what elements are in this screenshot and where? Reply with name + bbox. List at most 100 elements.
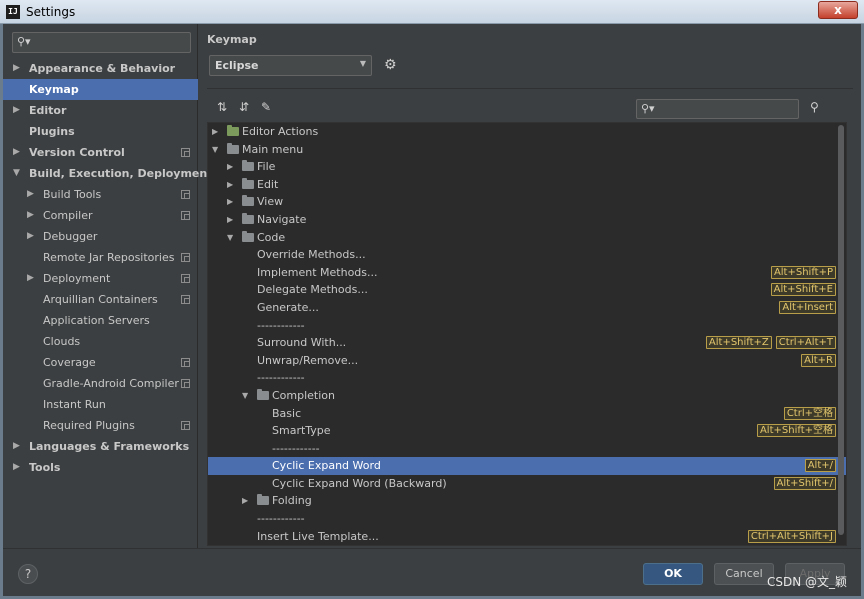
chevron-right-icon[interactable]: ▶ <box>13 100 20 121</box>
sidebar-item-keymap[interactable]: Keymap <box>3 79 198 100</box>
help-button[interactable]: ? <box>18 564 38 584</box>
tree-separator[interactable]: ------------ <box>208 510 846 528</box>
sidebar-item-version-control[interactable]: ▶ Version Control <box>3 142 198 163</box>
tree-row[interactable]: ▶ Folding <box>208 492 846 510</box>
tree-row[interactable]: Cyclic Expand Word (Backward) Alt+Shift+/ <box>208 475 846 493</box>
collapse-all-icon[interactable]: ⇵ <box>237 100 251 114</box>
sidebar-item-label: Arquillian Containers <box>43 293 158 306</box>
sidebar-item-appearance-behavior[interactable]: ▶ Appearance & Behavior <box>3 58 198 79</box>
chevron-right-icon[interactable]: ▶ <box>13 457 20 478</box>
keymap-scheme-select[interactable]: Eclipse ▼ <box>209 55 372 76</box>
sidebar-item-compiler[interactable]: ▶ Compiler <box>3 205 198 226</box>
chevron-right-icon[interactable]: ▶ <box>227 211 233 229</box>
page-title: Keymap <box>207 33 257 46</box>
shortcut-list: Alt+Shift+P <box>770 265 836 280</box>
tree-separator[interactable]: ------------ <box>208 369 846 387</box>
vertical-scrollbar[interactable] <box>838 125 844 535</box>
ok-button[interactable]: OK <box>643 563 703 585</box>
sidebar-item-label: Editor <box>29 104 67 117</box>
keymap-filter-input[interactable]: ⚲▾ <box>636 99 799 119</box>
sidebar-item-debugger[interactable]: ▶ Debugger <box>3 226 198 247</box>
sidebar-item-plugins[interactable]: Plugins <box>3 121 198 142</box>
edit-icon[interactable]: ✎ <box>259 100 273 114</box>
tree-row[interactable]: Generate... Alt+Insert <box>208 299 846 317</box>
tree-row[interactable]: Unwrap/Remove... Alt+R <box>208 352 846 370</box>
chevron-right-icon[interactable]: ▶ <box>227 158 233 176</box>
chevron-down-icon[interactable]: ▼ <box>242 387 248 405</box>
tree-row[interactable]: Cyclic Expand Word Alt+/ <box>208 457 846 475</box>
tree-row[interactable]: ▼ Completion <box>208 387 846 405</box>
tree-row[interactable]: ▶ File <box>208 158 846 176</box>
sidebar-item-languages-frameworks[interactable]: ▶ Languages & Frameworks <box>3 436 198 457</box>
keymap-panel: Keymap Eclipse ▼ ⚙ ⇅ ⇵ ✎ ⚲▾ ⚲ ▶ Editor Ac… <box>199 24 861 548</box>
sidebar-item-application-servers[interactable]: Application Servers <box>3 310 198 331</box>
sidebar-item-editor[interactable]: ▶ Editor <box>3 100 198 121</box>
tree-row[interactable]: SmartType Alt+Shift+空格 <box>208 422 846 440</box>
sidebar-item-tools[interactable]: ▶ Tools <box>3 457 198 478</box>
tree-row[interactable]: Surround With... Alt+Shift+Z Ctrl+Alt+T <box>208 334 846 352</box>
chevron-right-icon[interactable]: ▶ <box>27 268 34 289</box>
tree-separator[interactable]: ------------ <box>208 440 846 458</box>
sidebar-item-arquillian-containers[interactable]: Arquillian Containers <box>3 289 198 310</box>
tree-row[interactable]: Insert Live Template... Ctrl+Alt+Shift+J <box>208 528 846 545</box>
chevron-right-icon[interactable]: ▶ <box>27 226 34 247</box>
shortcut-badge: Ctrl+空格 <box>783 406 836 420</box>
sidebar-item-clouds[interactable]: Clouds <box>3 331 198 352</box>
chevron-right-icon[interactable]: ▶ <box>242 492 248 510</box>
action-label: Cyclic Expand Word <box>272 459 381 473</box>
tree-row[interactable]: ▶ Editor Actions <box>208 123 846 141</box>
window-close-button[interactable]: x <box>818 1 858 19</box>
sidebar-item-deployment[interactable]: ▶ Deployment <box>3 268 198 289</box>
project-level-icon <box>181 421 190 430</box>
chevron-down-icon[interactable]: ▼ <box>227 229 233 247</box>
sidebar-item-instant-run[interactable]: Instant Run <box>3 394 198 415</box>
chevron-right-icon[interactable]: ▶ <box>27 205 34 226</box>
project-level-icon <box>181 274 190 283</box>
shortcut-badge: Alt+Shift+E <box>770 283 836 297</box>
tree-row[interactable]: Delegate Methods... Alt+Shift+E <box>208 281 846 299</box>
divider <box>207 88 853 89</box>
tree-row[interactable]: Override Methods... <box>208 246 846 264</box>
settings-search-input[interactable]: ⚲▾ <box>12 32 191 53</box>
tree-row[interactable]: ▶ Navigate <box>208 211 846 229</box>
shortcut-badge: Alt+Shift+空格 <box>756 424 836 438</box>
tree-row[interactable]: ▶ Edit <box>208 176 846 194</box>
chevron-right-icon[interactable]: ▶ <box>13 142 20 163</box>
settings-nav-tree: ▶ Appearance & Behavior Keymap ▶ Editor Plugi… <box>3 58 212 478</box>
search-icon: ⚲▾ <box>641 102 655 115</box>
sidebar-item-remote-jar-repositories[interactable]: Remote Jar Repositories <box>3 247 198 268</box>
tree-separator[interactable]: ------------ <box>208 317 846 335</box>
chevron-right-icon[interactable]: ▶ <box>13 436 20 457</box>
folder-icon <box>227 125 239 136</box>
sidebar-item-label: Tools <box>29 461 61 474</box>
shortcut-list: Alt+/ <box>804 459 836 473</box>
chevron-right-icon[interactable]: ▶ <box>227 176 233 194</box>
sidebar-item-gradle-android-compiler[interactable]: Gradle-Android Compiler <box>3 373 198 394</box>
chevron-down-icon[interactable]: ▼ <box>13 163 20 184</box>
find-by-shortcut-icon[interactable]: ⚲ <box>810 100 819 114</box>
action-label: Main menu <box>242 142 304 156</box>
sidebar-item-required-plugins[interactable]: Required Plugins <box>3 415 198 436</box>
tree-row[interactable]: ▶ View <box>208 193 846 211</box>
expand-all-icon[interactable]: ⇅ <box>215 100 229 114</box>
sidebar-item-label: Deployment <box>43 272 111 285</box>
sidebar-item-coverage[interactable]: Coverage <box>3 352 198 373</box>
chevron-right-icon[interactable]: ▶ <box>13 58 20 79</box>
gear-icon[interactable]: ⚙ <box>384 57 397 73</box>
sidebar-item-label: Build, Execution, Deployment <box>29 167 213 180</box>
chevron-down-icon[interactable]: ▼ <box>212 141 218 159</box>
sidebar-item-build-execution-deployment[interactable]: ▼ Build, Execution, Deployment <box>3 163 212 184</box>
sidebar-item-build-tools[interactable]: ▶ Build Tools <box>3 184 198 205</box>
chevron-right-icon[interactable]: ▶ <box>227 193 233 211</box>
tree-row[interactable]: ▼ Main menu <box>208 141 846 159</box>
chevron-right-icon[interactable]: ▶ <box>27 184 34 205</box>
shortcut-list: Alt+Shift+空格 <box>756 424 836 438</box>
tree-row[interactable]: Basic Ctrl+空格 <box>208 405 846 423</box>
folder-icon <box>242 212 254 224</box>
cancel-button[interactable]: Cancel <box>714 563 774 585</box>
chevron-right-icon[interactable]: ▶ <box>212 123 218 141</box>
shortcut-badge: Alt+R <box>801 353 836 367</box>
sidebar-item-label: Gradle-Android Compiler <box>43 377 179 390</box>
tree-row[interactable]: ▼ Code <box>208 229 846 247</box>
tree-row[interactable]: Implement Methods... Alt+Shift+P <box>208 264 846 282</box>
